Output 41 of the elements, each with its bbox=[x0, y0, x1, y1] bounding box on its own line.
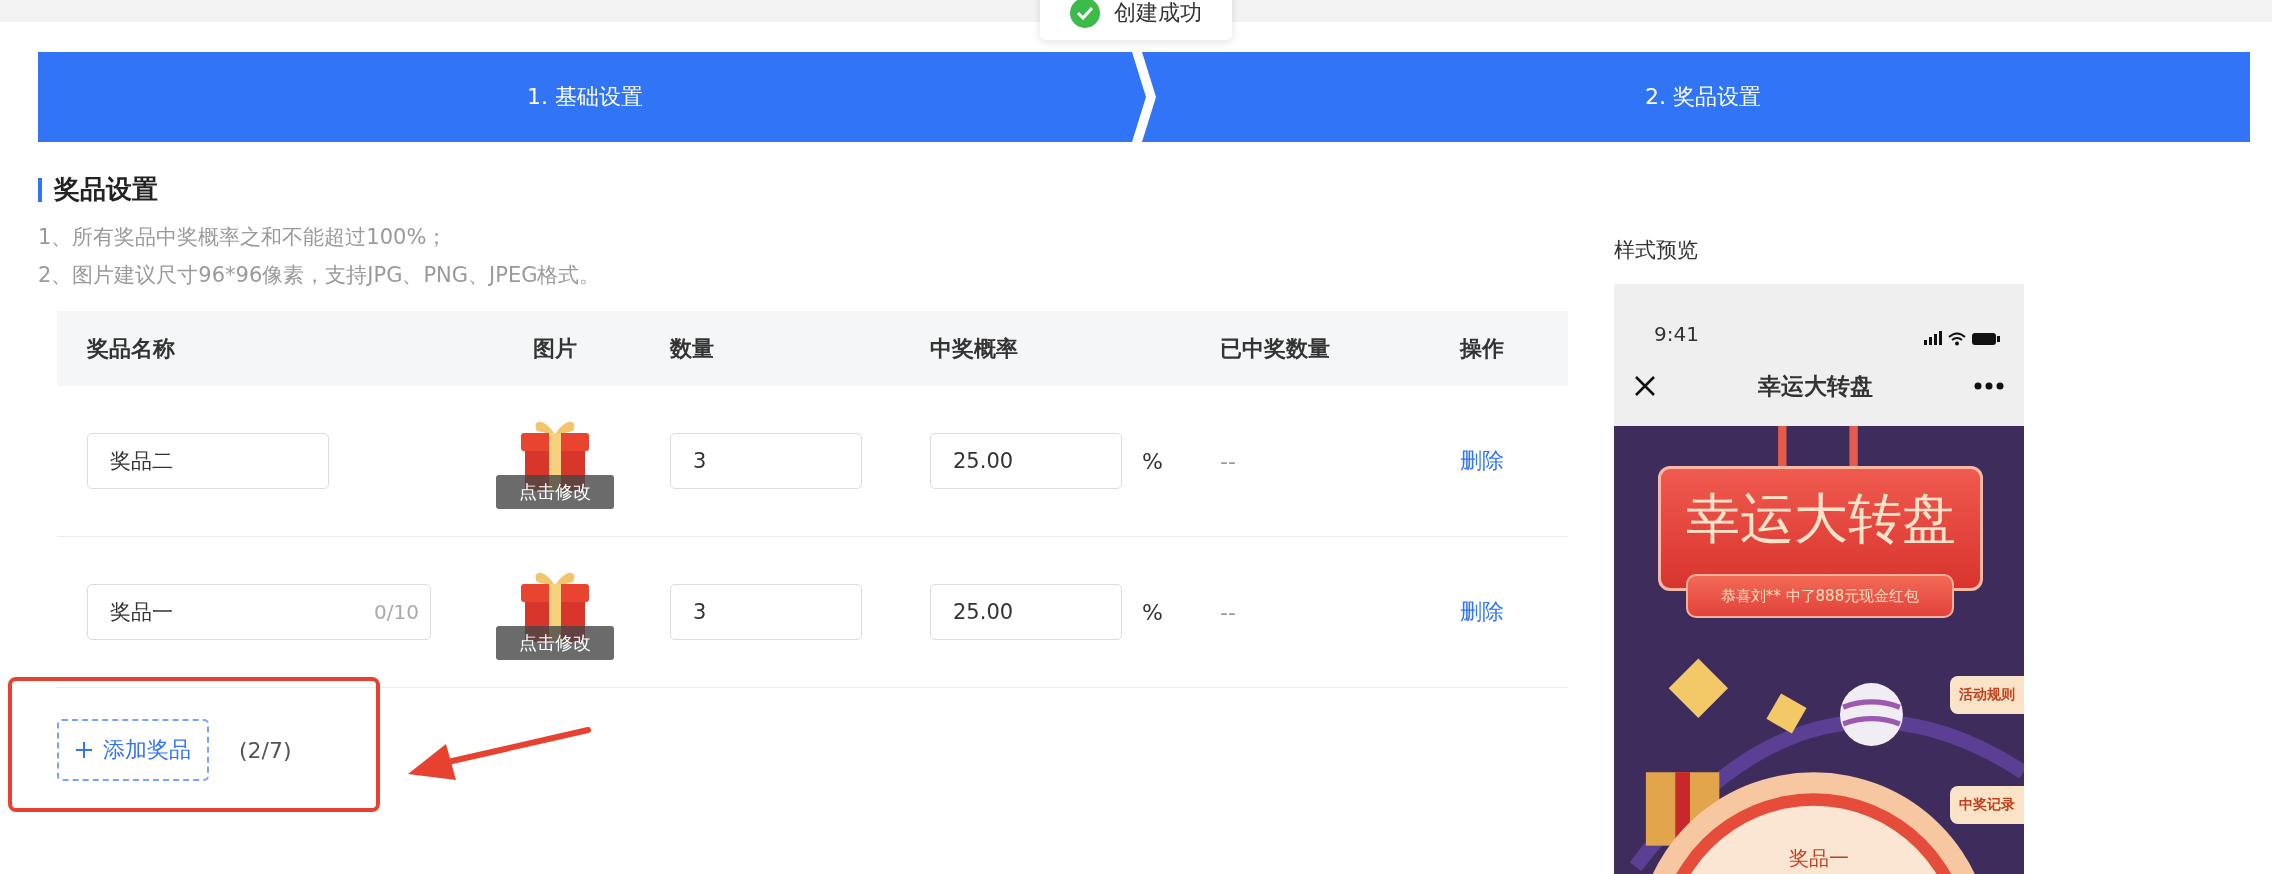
column-header: 奖品名称 bbox=[86, 334, 176, 363]
toast-message: 创建成功 bbox=[1114, 0, 1202, 27]
won-count: -- bbox=[1220, 448, 1236, 474]
percent-unit: % bbox=[1142, 599, 1163, 625]
probability-field[interactable]: 25.00 bbox=[930, 584, 1122, 640]
quantity-field[interactable]: 3 bbox=[670, 584, 862, 640]
banner-title: 幸运大转盘 bbox=[1685, 487, 1956, 551]
step-chevron-icon bbox=[1132, 52, 1156, 142]
change-image-button[interactable]: 点击修改 bbox=[496, 626, 614, 660]
side-button[interactable]: 中奖记录 bbox=[1950, 786, 2024, 824]
percent-unit: % bbox=[1142, 448, 1163, 474]
signal-icon bbox=[1924, 331, 1942, 346]
column-header: 操作 bbox=[1458, 334, 1505, 363]
battery-icon bbox=[1972, 332, 2000, 345]
probability-field[interactable]: 25.00 bbox=[930, 433, 1122, 489]
prize-count: (2/7) bbox=[239, 737, 292, 763]
column-header: 数量 bbox=[668, 334, 715, 363]
column-header: 中奖概率 bbox=[929, 334, 1019, 363]
page-title: 幸运大转盘 bbox=[1757, 371, 1873, 401]
char-counter: 0/10 bbox=[374, 600, 419, 624]
note-text: 1、所有奖品中奖概率之和不能超过100%； bbox=[38, 224, 449, 251]
column-header: 图片 bbox=[533, 334, 577, 363]
quantity-field[interactable]: 3 bbox=[670, 433, 862, 489]
note-text: 2、图片建议尺寸96*96像素，支持JPG、PNG、JPEG格式。 bbox=[38, 262, 602, 289]
wifi-icon bbox=[1948, 331, 1966, 346]
delete-link[interactable]: 删除 bbox=[1460, 448, 1504, 473]
winner-ticker: 恭喜刘** 中了888元现金红包 bbox=[1686, 574, 1954, 618]
more-icon[interactable] bbox=[1974, 382, 2004, 390]
delete-link[interactable]: 删除 bbox=[1460, 599, 1504, 624]
plus-icon bbox=[75, 741, 93, 759]
name-field[interactable]: 奖品二 bbox=[87, 433, 329, 489]
change-image-button[interactable]: 点击修改 bbox=[496, 475, 614, 509]
won-count: -- bbox=[1220, 599, 1236, 625]
add-prize-button[interactable]: 添加奖品 bbox=[57, 719, 209, 781]
preview-label: 样式预览 bbox=[1614, 237, 1699, 264]
section-title: 奖品设置 bbox=[54, 173, 158, 206]
close-icon[interactable] bbox=[1634, 375, 1656, 397]
column-header: 已中奖数量 bbox=[1219, 334, 1331, 363]
side-button[interactable]: 活动规则 bbox=[1950, 676, 2024, 714]
wheel-prize-label: 奖品一 bbox=[1788, 845, 1850, 872]
status-time: 9:41 bbox=[1654, 322, 1699, 346]
